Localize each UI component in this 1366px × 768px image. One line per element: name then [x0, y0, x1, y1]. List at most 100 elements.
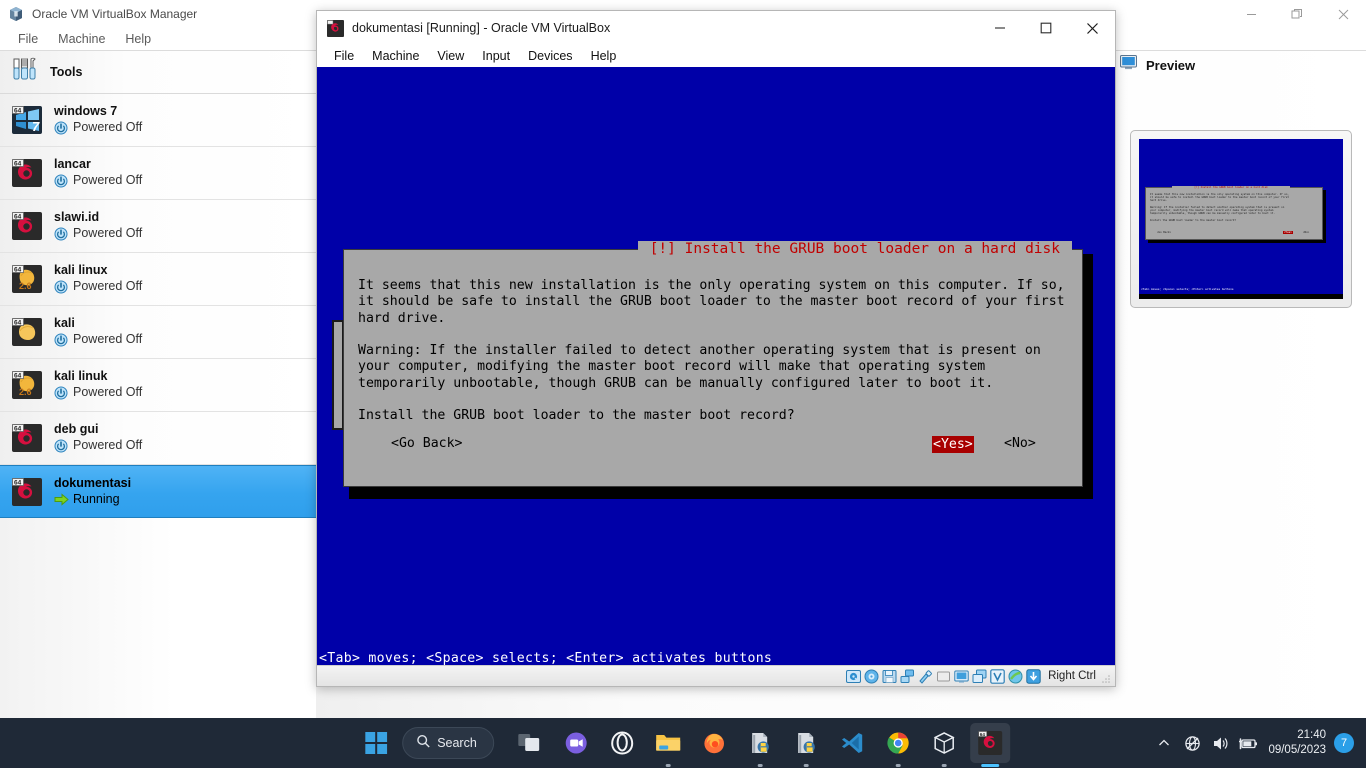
- vm-state-label: Powered Off: [73, 279, 143, 293]
- vm-name: slawi.id: [54, 210, 100, 224]
- network-icon[interactable]: [900, 669, 915, 684]
- virtualbox-icon[interactable]: [924, 723, 964, 767]
- vm-maximize-button[interactable]: [1023, 11, 1069, 45]
- debian-vm-icon[interactable]: 64: [969, 723, 1010, 767]
- usb-icon[interactable]: [918, 669, 933, 684]
- vm-list-item[interactable]: 64 lancar Powered Off: [0, 147, 316, 200]
- vm-menu-help[interactable]: Help: [582, 47, 626, 65]
- preview-screen: [!] Install the GRUB boot loader on a ha…: [1139, 139, 1343, 299]
- manager-restore-button[interactable]: [1274, 0, 1320, 28]
- vm-name: lancar: [54, 157, 91, 171]
- system-tray: 21:40 09/05/2023 7: [1150, 718, 1358, 768]
- vm-window-controls: [977, 11, 1115, 45]
- vm-minimize-button[interactable]: [977, 11, 1023, 45]
- sidebar-item-tools[interactable]: Tools: [0, 51, 316, 94]
- vm-list-item-selected[interactable]: 64 dokumentasi Running: [0, 465, 316, 518]
- vm-guest-screen[interactable]: [!] Install the GRUB boot loader on a ha…: [317, 67, 1115, 673]
- debian-icon: 64: [10, 209, 44, 243]
- vm-menu-file[interactable]: File: [325, 47, 363, 65]
- search-input[interactable]: Search: [402, 727, 494, 759]
- clock-date: 09/05/2023: [1268, 744, 1326, 756]
- preview-header: Preview: [1120, 54, 1195, 76]
- battery-charging-icon[interactable]: [1234, 718, 1262, 768]
- clock[interactable]: 21:40 09/05/2023: [1262, 728, 1334, 758]
- debian-icon: 64: [10, 475, 44, 509]
- vm-state-label: Powered Off: [73, 385, 143, 399]
- display-icon[interactable]: [954, 669, 969, 684]
- vm-name: kali: [54, 316, 75, 330]
- vm-window: dokumentasi [Running] - Oracle VM Virtua…: [316, 10, 1116, 687]
- optical-disk-icon[interactable]: [864, 669, 879, 684]
- svg-text:64: 64: [14, 479, 22, 486]
- vm-menu-devices[interactable]: Devices: [519, 47, 581, 65]
- recording-icon[interactable]: [972, 669, 987, 684]
- vm-titlebar: dokumentasi [Running] - Oracle VM Virtua…: [317, 11, 1115, 45]
- vm-list-item[interactable]: 2.6 64 kali linux Powered Off: [0, 253, 316, 306]
- active-indicator: [980, 764, 999, 767]
- power-off-icon: [54, 227, 68, 241]
- manager-minimize-button[interactable]: [1228, 0, 1274, 28]
- shared-folders-icon[interactable]: [936, 669, 951, 684]
- linux-icon: 64: [10, 315, 44, 349]
- manager-menu-machine[interactable]: Machine: [48, 30, 115, 48]
- vm-statusbar: Right Ctrl: [317, 665, 1115, 686]
- go-back-button[interactable]: <Go Back>: [391, 436, 462, 451]
- preview-box[interactable]: [!] Install the GRUB boot loader on a ha…: [1130, 130, 1352, 308]
- power-off-icon: [54, 386, 68, 400]
- visual-studio-code-icon[interactable]: [832, 723, 872, 763]
- vm-list-item[interactable]: 64 kali Powered Off: [0, 306, 316, 359]
- manager-close-button[interactable]: [1320, 0, 1366, 28]
- vm-list-item[interactable]: 7 64 windows 7 Powered Off: [0, 94, 316, 147]
- svg-text:64: 64: [14, 214, 22, 221]
- manager-menu-file[interactable]: File: [8, 30, 48, 48]
- svg-text:64: 64: [979, 732, 985, 737]
- vm-name: deb gui: [54, 422, 99, 436]
- yes-button[interactable]: <Yes>: [932, 436, 974, 453]
- no-button[interactable]: <No>: [1004, 436, 1036, 451]
- floppy-disk-icon[interactable]: [882, 669, 897, 684]
- vm-menu-view[interactable]: View: [428, 47, 473, 65]
- file-explorer-icon[interactable]: [648, 723, 688, 767]
- show-hidden-icons-icon[interactable]: [1150, 718, 1178, 768]
- volume-icon[interactable]: [1206, 718, 1234, 768]
- vm-state-label: Powered Off: [73, 226, 143, 240]
- vm-list-item[interactable]: 64 slawi.id Powered Off: [0, 200, 316, 253]
- linux-26-icon: 2.6 64: [10, 368, 44, 402]
- vm-state: Powered Off: [54, 384, 142, 401]
- vm-close-button[interactable]: [1069, 11, 1115, 45]
- installer-hint-line: <Tab> moves; <Space> selects; <Enter> ac…: [319, 651, 773, 666]
- vm-menubar: File Machine View Input Devices Help: [317, 45, 1115, 67]
- notification-badge[interactable]: 7: [1334, 733, 1354, 753]
- title-rule-left: [344, 248, 638, 250]
- svg-text:64: 64: [14, 373, 22, 380]
- vm-state: Powered Off: [54, 331, 142, 348]
- resize-grip-icon[interactable]: [1101, 671, 1111, 683]
- manager-menu-help[interactable]: Help: [115, 30, 161, 48]
- vm-menu-machine[interactable]: Machine: [363, 47, 428, 65]
- microsoft-teams-icon[interactable]: [556, 723, 596, 763]
- host-key-label: Right Ctrl: [1048, 670, 1096, 682]
- network-globe-icon[interactable]: [1178, 718, 1206, 768]
- svg-text:64: 64: [14, 320, 22, 327]
- power-off-icon: [54, 333, 68, 347]
- opera-gx-icon[interactable]: [602, 723, 642, 763]
- python-idle-icon[interactable]: [786, 723, 826, 767]
- virtualization-icon[interactable]: [990, 668, 1005, 684]
- google-chrome-icon[interactable]: [878, 723, 918, 767]
- installer-dialog: [!] Install the GRUB boot loader on a ha…: [343, 241, 1083, 487]
- vm-list[interactable]: Tools 7 64 windows 7 Powered Off 64 lanc…: [0, 50, 316, 718]
- python-idle-icon[interactable]: [740, 723, 780, 767]
- tools-icon: [10, 55, 40, 89]
- svg-text:2.6: 2.6: [19, 281, 32, 291]
- firefox-icon[interactable]: [694, 723, 734, 763]
- running-indicator: [803, 764, 809, 767]
- vm-list-item[interactable]: 2.6 64 kali linuk Powered Off: [0, 359, 316, 412]
- keyboard-icon[interactable]: [1026, 668, 1041, 684]
- mouse-integration-icon[interactable]: [1008, 669, 1023, 684]
- installer-dialog-titlebar: [!] Install the GRUB boot loader on a ha…: [344, 241, 1082, 257]
- vm-menu-input[interactable]: Input: [473, 47, 519, 65]
- windows-start-icon[interactable]: [356, 723, 396, 763]
- task-view-icon[interactable]: [510, 723, 550, 763]
- vm-list-item[interactable]: 64 deb gui Powered Off: [0, 412, 316, 465]
- hard-disk-icon[interactable]: [846, 669, 862, 684]
